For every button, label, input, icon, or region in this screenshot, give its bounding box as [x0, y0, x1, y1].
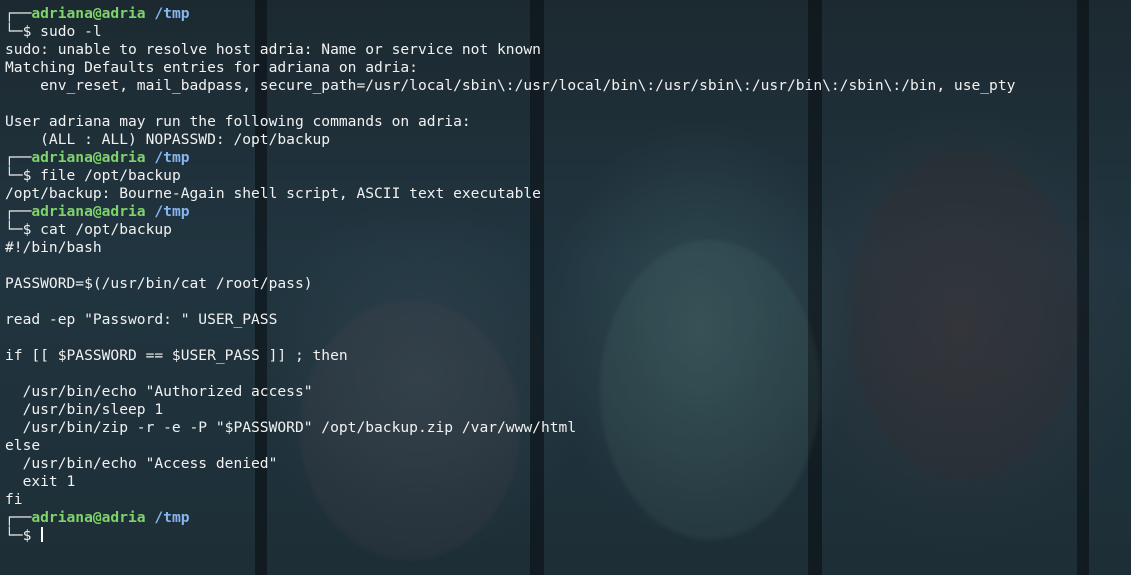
command-input-line[interactable]: └─$ [5, 527, 1015, 545]
output-line: env_reset, mail_badpass, secure_path=/us… [5, 77, 1016, 94]
prompt-user-host: adriana@adria [31, 203, 146, 220]
prompt-user-host: adriana@adria [31, 149, 146, 166]
prompt-cwd: /tmp [154, 509, 190, 526]
prompt-frame-top: ┌── [5, 509, 32, 526]
prompt-cwd: /tmp [154, 5, 190, 22]
prompt-frame-top: ┌── [5, 203, 32, 220]
command-line: └─$ cat /opt/backup [5, 221, 1015, 239]
prompt-frame-bottom: └─ [5, 527, 23, 544]
output-line: (ALL : ALL) NOPASSWD: /opt/backup [5, 131, 331, 148]
prompt-frame-top: ┌── [5, 149, 32, 166]
output-line: Matching Defaults entries for adriana on… [5, 59, 418, 76]
output-line: User adriana may run the following comma… [5, 113, 471, 130]
prompt-header: ┌──adriana@adria /tmp [5, 149, 1015, 167]
output-line: /usr/bin/sleep 1 [5, 401, 164, 418]
output-line: /usr/bin/echo "Access denied" [5, 455, 278, 472]
output-line: if [[ $PASSWORD == $USER_PASS ]] ; then [5, 347, 348, 364]
command-text: file /opt/backup [40, 167, 181, 184]
prompt-frame-bottom: └─ [5, 23, 23, 40]
output-line: fi [5, 491, 23, 508]
terminal-output: ┌──adriana@adria /tmp └─$ sudo -l sudo: un… [5, 5, 1015, 545]
output-line: /usr/bin/zip -r -e -P "$PASSWORD" /opt/b… [5, 419, 577, 436]
output-line: else [5, 437, 41, 454]
text-cursor [41, 527, 44, 542]
terminal-window[interactable]: ┌──adriana@adria /tmp └─$ sudo -l sudo: un… [0, 0, 1131, 575]
output-line: exit 1 [5, 473, 76, 490]
command-line: └─$ file /opt/backup [5, 167, 1015, 185]
prompt-cwd: /tmp [154, 149, 190, 166]
output-line: /opt/backup: Bourne-Again shell script, … [5, 185, 541, 202]
output-line: #!/bin/bash [5, 239, 102, 256]
prompt-header: ┌──adriana@adria /tmp [5, 203, 1015, 221]
prompt-frame-bottom: └─ [5, 221, 23, 238]
command-line: └─$ sudo -l [5, 23, 1015, 41]
prompt-user-host: adriana@adria [31, 509, 146, 526]
output-line: sudo: unable to resolve host adria: Name… [5, 41, 541, 58]
prompt-header: ┌──adriana@adria /tmp [5, 509, 1015, 527]
output-line: read -ep "Password: " USER_PASS [5, 311, 278, 328]
prompt-frame-top: ┌── [5, 5, 32, 22]
command-text: sudo -l [40, 23, 102, 40]
prompt-cwd: /tmp [154, 203, 190, 220]
prompt-user-host: adriana@adria [31, 5, 146, 22]
output-line: /usr/bin/echo "Authorized access" [5, 383, 313, 400]
prompt-header: ┌──adriana@adria /tmp [5, 5, 1015, 23]
output-line: PASSWORD=$(/usr/bin/cat /root/pass) [5, 275, 313, 292]
prompt-frame-bottom: └─ [5, 167, 23, 184]
command-text: cat /opt/backup [40, 221, 172, 238]
